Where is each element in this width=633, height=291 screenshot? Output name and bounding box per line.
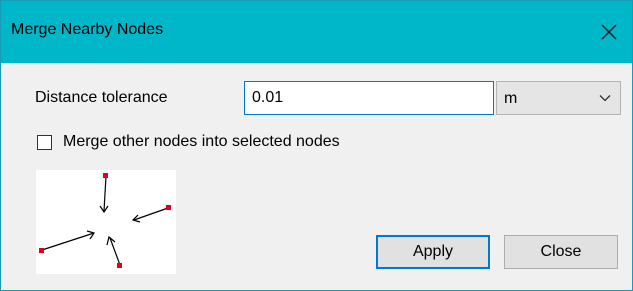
apply-button[interactable]: Apply bbox=[376, 235, 490, 269]
node-bottom bbox=[117, 263, 122, 268]
merge-into-selected-checkbox[interactable] bbox=[37, 135, 52, 150]
node-left bbox=[39, 248, 44, 253]
chevron-down-icon bbox=[599, 95, 611, 102]
merge-nearby-nodes-dialog: Merge Nearby Nodes Distance tolerance m … bbox=[0, 0, 633, 291]
distance-tolerance-input[interactable] bbox=[244, 81, 494, 115]
node-top bbox=[103, 173, 108, 178]
unit-select-value: m bbox=[504, 90, 518, 107]
merge-nodes-diagram bbox=[36, 170, 176, 274]
title-close-button[interactable] bbox=[586, 1, 632, 63]
close-button[interactable]: Close bbox=[504, 235, 618, 269]
title-bar[interactable]: Merge Nearby Nodes bbox=[1, 1, 632, 63]
arrow-bottom-line bbox=[109, 237, 121, 266]
arrow-right-line bbox=[133, 207, 169, 221]
merge-into-selected-label[interactable]: Merge other nodes into selected nodes bbox=[63, 133, 340, 151]
unit-select[interactable]: m bbox=[496, 81, 621, 115]
close-icon bbox=[601, 24, 617, 40]
dialog-title: Merge Nearby Nodes bbox=[11, 21, 164, 38]
node-right bbox=[166, 205, 171, 210]
arrow-top-line bbox=[103, 175, 107, 212]
arrow-left-line bbox=[41, 232, 95, 251]
distance-tolerance-label: Distance tolerance bbox=[35, 89, 168, 106]
